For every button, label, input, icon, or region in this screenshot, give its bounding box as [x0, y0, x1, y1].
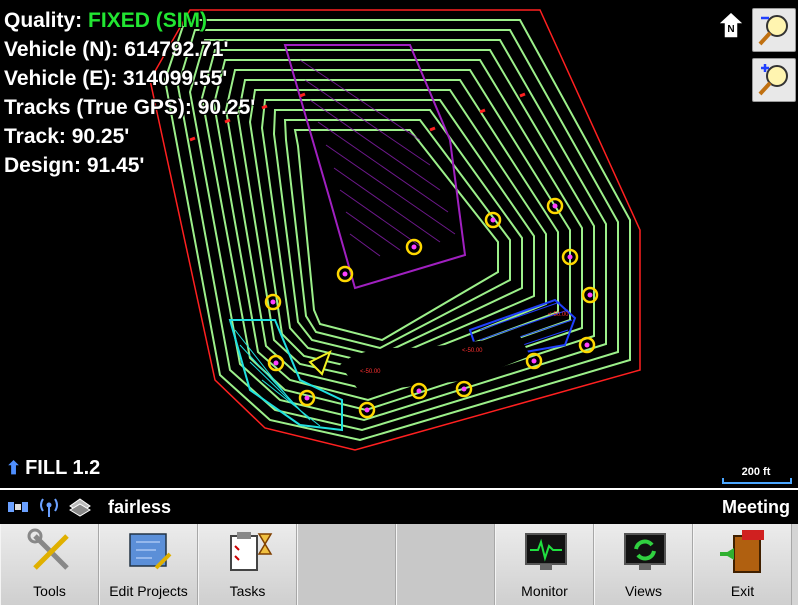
edit-projects-label: Edit Projects	[109, 583, 188, 599]
empty-slot	[396, 524, 495, 605]
gps-readout: Quality: FIXED (SIM) Vehicle (N): 614792…	[4, 6, 255, 180]
scale-label: 200 ft	[741, 466, 771, 478]
monitor-label: Monitor	[521, 583, 568, 599]
tools-button[interactable]: Tools	[0, 524, 99, 605]
clipboard-hourglass-icon	[230, 532, 273, 571]
views-label: Views	[624, 583, 663, 599]
map-label: <-50.00	[360, 369, 381, 375]
up-arrow-icon: ⬆	[6, 458, 22, 478]
north-label: N	[727, 24, 734, 35]
status-bar: fairless Meeting	[0, 488, 798, 524]
map-label: <-50.00	[548, 312, 569, 318]
views-icon	[624, 533, 666, 570]
blueprint-icon	[129, 533, 172, 570]
quality-value: FIXED (SIM)	[88, 9, 208, 32]
wrench-screwdriver-icon	[27, 528, 69, 570]
scale-bar: 200 ft	[722, 466, 792, 484]
edit-projects-button[interactable]: Edit Projects	[99, 524, 198, 605]
exit-label: Exit	[730, 583, 755, 599]
monitor-button[interactable]: Monitor	[495, 524, 594, 605]
zoom-out-icon	[758, 15, 788, 46]
monitor-icon	[525, 533, 567, 570]
radio-signal-icon	[40, 498, 58, 517]
layers-icon	[69, 498, 91, 517]
exit-door-icon	[720, 530, 764, 573]
zoom-controls	[752, 8, 796, 104]
exit-button[interactable]: Exit	[693, 524, 792, 605]
zoom-in-icon	[758, 64, 788, 96]
status-right-label[interactable]: Meeting	[722, 497, 790, 518]
map-label: <-50.00	[462, 348, 483, 354]
tools-label: Tools	[33, 583, 66, 599]
vehicle-northing: Vehicle (N): 614792.71'	[4, 38, 229, 61]
zoom-in-button[interactable]	[752, 58, 796, 102]
project-name: fairless	[108, 497, 172, 517]
cut-fill-indicator: ⬆ FILL 1.2	[6, 457, 100, 480]
track-elevation: Track: 90.25'	[4, 125, 130, 148]
map-view[interactable]: <-50.00 <-50.00 <-50.00 Quality: FIXED (…	[0, 0, 798, 488]
vehicle-easting: Vehicle (E): 314099.55'	[4, 67, 228, 90]
tasks-button[interactable]: Tasks	[198, 524, 297, 605]
fill-value: FILL 1.2	[25, 457, 101, 479]
north-arrow-icon[interactable]: N	[716, 10, 746, 40]
design-elevation: Design: 91.45'	[4, 154, 145, 177]
quality-label: Quality:	[4, 9, 83, 32]
empty-slot	[297, 524, 396, 605]
zoom-out-button[interactable]	[752, 8, 796, 52]
tracks-true-gps: Tracks (True GPS): 90.25'	[4, 96, 256, 119]
views-button[interactable]: Views	[594, 524, 693, 605]
bottom-toolbar: Tools Edit Projects Tasks Monitor Views …	[0, 524, 798, 605]
tasks-label: Tasks	[229, 583, 266, 599]
satellite-icon	[8, 502, 28, 512]
